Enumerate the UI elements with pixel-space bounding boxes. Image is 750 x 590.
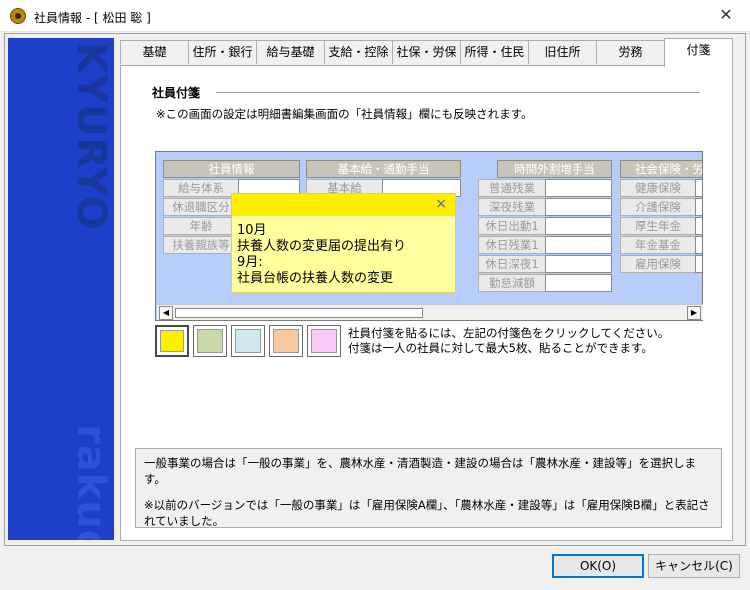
- scrollbar-thumb[interactable]: [175, 308, 423, 318]
- tab-kiso[interactable]: 基礎: [120, 40, 189, 64]
- tab-old-address[interactable]: 旧住所: [528, 40, 597, 64]
- brand-text-top: KYURYO: [68, 42, 114, 231]
- window-title: 社員情報 - [ 松田 聡 ]: [34, 11, 151, 25]
- ok-button[interactable]: OK(O): [552, 554, 644, 578]
- preview-field: [545, 274, 612, 292]
- tab-address-bank[interactable]: 住所・銀行: [188, 40, 257, 64]
- preview-label: 休日残業1: [478, 236, 546, 254]
- swatch-blue-color: [235, 329, 261, 353]
- preview-label: 勤怠減額: [478, 274, 546, 292]
- sticky-note-header[interactable]: ×: [232, 194, 455, 216]
- preview-field: [545, 198, 612, 216]
- tab-labor[interactable]: 労務: [596, 40, 665, 64]
- preview-group-header: 基本給・通勤手当: [306, 160, 461, 178]
- preview-label: 休日深夜1: [478, 255, 546, 273]
- help-text: 一般事業の場合は「一般の事業」を、農林水産・清酒製造・建設の場合は「農林水産・建…: [144, 456, 696, 486]
- preview-label: 扶養親族等: [163, 236, 239, 254]
- section-divider: [216, 92, 700, 93]
- preview-horizontal-scrollbar[interactable]: ◀ ▶: [157, 304, 703, 320]
- close-icon[interactable]: ✕: [716, 5, 736, 25]
- swatch-yellow[interactable]: [155, 325, 189, 357]
- preview-group-header: 社会保険・労: [620, 160, 702, 178]
- preview-field: [545, 217, 612, 235]
- preview-label: 健康保険: [620, 179, 696, 197]
- tab-strip: 基礎 住所・銀行 給与基礎 支給・控除 社保・労保 所得・住民 旧住所 労務 付…: [120, 38, 733, 67]
- preview-field: [545, 179, 612, 197]
- tab-social-insurance[interactable]: 社保・労保: [392, 40, 461, 64]
- swatch-pink-color: [311, 329, 337, 353]
- preview-label: 普通残業: [478, 179, 546, 197]
- preview-field: [695, 217, 702, 235]
- preview-group-header: 時間外割増手当: [497, 160, 612, 178]
- tab-payment-deduction[interactable]: 支給・控除: [324, 40, 393, 64]
- scroll-right-icon[interactable]: ▶: [687, 306, 701, 320]
- sticky-close-icon[interactable]: ×: [435, 196, 447, 212]
- tab-income-resident[interactable]: 所得・住民: [460, 40, 529, 64]
- preview-field: [695, 255, 702, 273]
- swatch-instruction: 社員付箋を貼るには、左記の付箋色をクリックしてください。: [348, 326, 670, 340]
- preview-field: [695, 179, 702, 197]
- preview-label: 休日出勤1: [478, 217, 546, 235]
- section-title: 社員付箋: [152, 86, 201, 100]
- sticky-note[interactable]: × 10月 扶養人数の変更届の提出有り 9月: 社員台帳の扶養人数の変更: [231, 193, 456, 293]
- preview-label: 深夜残業: [478, 198, 546, 216]
- swatch-yellow-color: [160, 330, 184, 352]
- brand-text-bottom: rakuda: [68, 424, 114, 540]
- preview-label: 休退職区分: [163, 198, 239, 216]
- swatch-green[interactable]: [193, 325, 227, 357]
- title-bar: 社員情報 - [ 松田 聡 ] ✕: [0, 0, 750, 32]
- preview-label: 年齢: [163, 217, 239, 235]
- preview-field: [695, 236, 702, 254]
- preview-label: 厚生年金: [620, 217, 696, 235]
- swatch-green-color: [197, 329, 223, 353]
- preview-field: [695, 198, 702, 216]
- brand-sidebar: KYURYO rakuda: [8, 38, 114, 540]
- preview-label: 給与体系: [163, 179, 239, 197]
- preview-label: 年金基金: [620, 236, 696, 254]
- tab-salary-base[interactable]: 給与基礎: [256, 40, 325, 64]
- help-text: ※以前のバージョンでは「一般の事業」は「雇用保険A欄」、「農林水産・建設等」は「…: [144, 498, 710, 528]
- preview-field: [545, 255, 612, 273]
- cancel-button[interactable]: キャンセル(C): [648, 554, 740, 578]
- preview-label: 介護保険: [620, 198, 696, 216]
- swatch-limit-note: 付箋は一人の社員に対して最大5枚、貼ることができます。: [348, 341, 653, 355]
- scroll-left-icon[interactable]: ◀: [159, 306, 173, 320]
- tab-sticky-notes[interactable]: 付箋: [664, 38, 733, 67]
- swatch-blue[interactable]: [231, 325, 265, 357]
- preview-label: 雇用保険: [620, 255, 696, 273]
- app-logo-icon: [10, 8, 26, 24]
- preview-group-header: 社員情報: [163, 160, 300, 178]
- help-box: 一般事業の場合は「一般の事業」を、農林水産・清酒製造・建設の場合は「農林水産・建…: [135, 448, 722, 528]
- swatch-pink[interactable]: [307, 325, 341, 357]
- preview-field: [545, 236, 612, 254]
- sticky-note-line[interactable]: 社員台帳の扶養人数の変更: [237, 267, 393, 286]
- swatch-orange-color: [273, 329, 299, 353]
- section-note: ※この画面の設定は明細書編集画面の「社員情報」欄にも反映されます。: [156, 107, 533, 121]
- swatch-orange[interactable]: [269, 325, 303, 357]
